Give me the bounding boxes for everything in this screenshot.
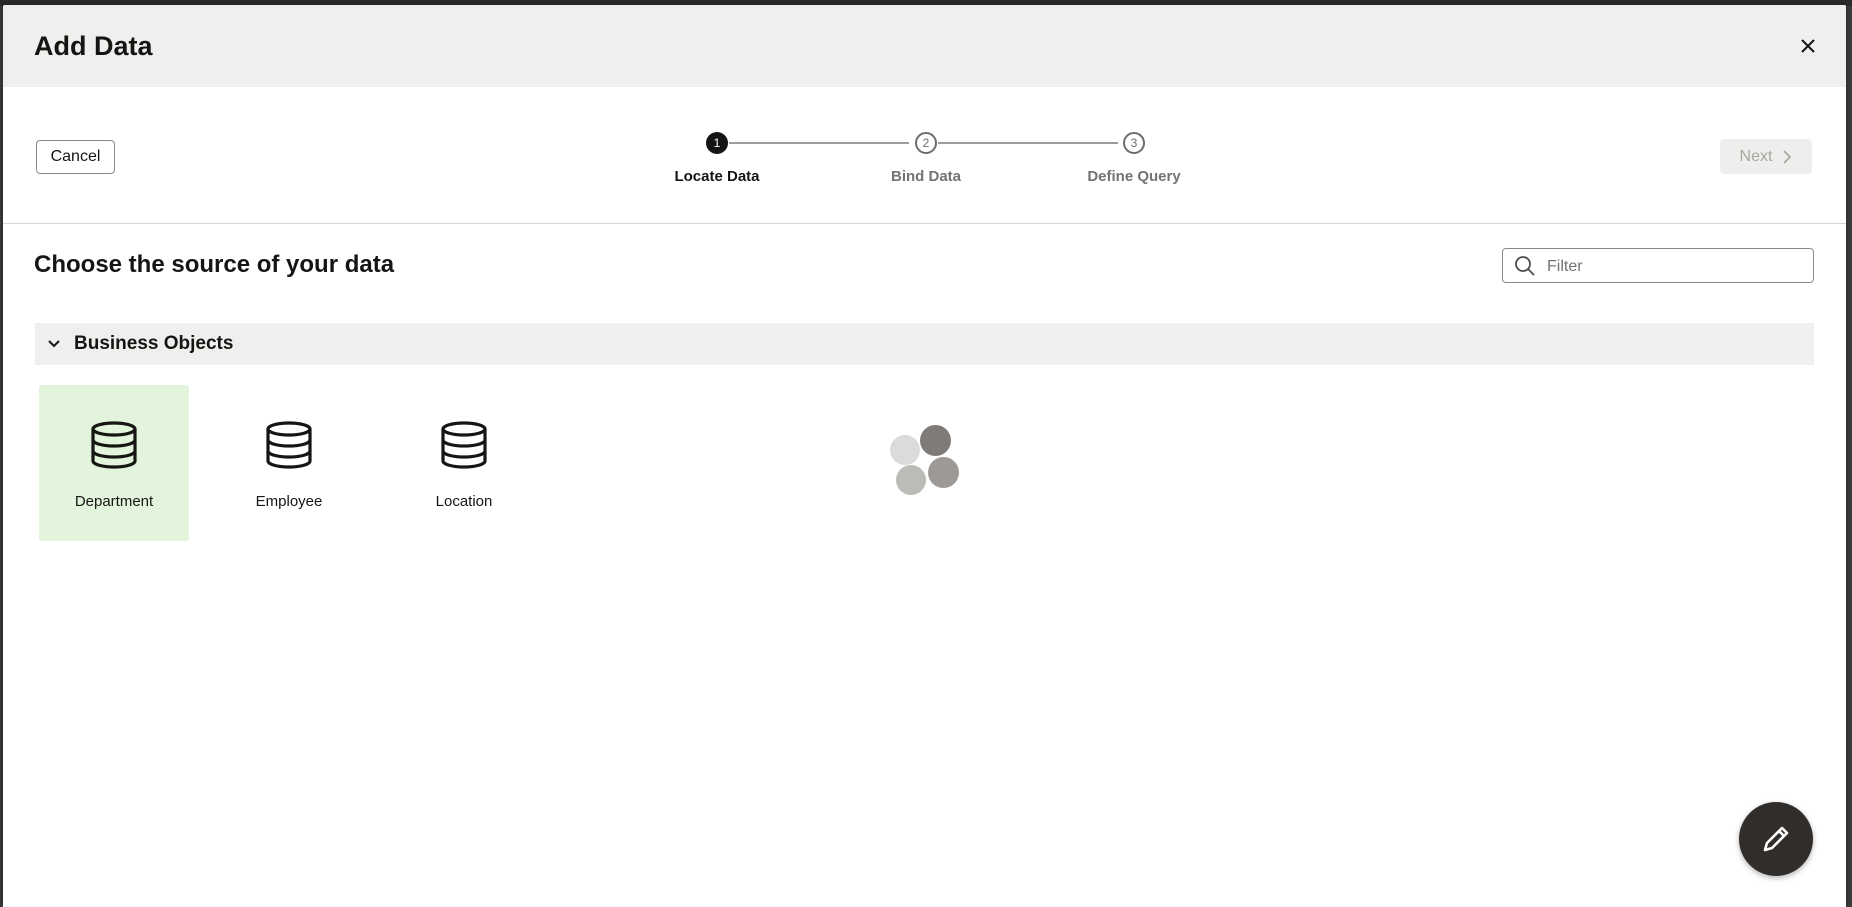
close-icon bbox=[1801, 39, 1815, 53]
group-label: Business Objects bbox=[74, 333, 234, 354]
tile-employee[interactable]: Employee bbox=[214, 385, 364, 541]
close-button[interactable] bbox=[1795, 33, 1821, 59]
step-3-marker[interactable]: 3 bbox=[1123, 132, 1145, 154]
step-2-marker[interactable]: 2 bbox=[915, 132, 937, 154]
step-3-label[interactable]: Define Query bbox=[1087, 168, 1180, 185]
search-icon bbox=[1515, 256, 1535, 276]
filter-field[interactable] bbox=[1502, 248, 1814, 283]
loader-dot bbox=[896, 465, 926, 495]
tile-label: Department bbox=[74, 493, 154, 510]
wizard-toolbar: Cancel 1 2 3 Locate Data Bind Data Defin… bbox=[3, 87, 1846, 224]
tile-location[interactable]: Location bbox=[389, 385, 539, 541]
edit-fab-button[interactable] bbox=[1739, 802, 1813, 876]
database-icon bbox=[266, 421, 312, 469]
loading-spinner bbox=[890, 423, 962, 495]
dialog-header: Add Data bbox=[3, 5, 1846, 87]
section-heading: Choose the source of your data bbox=[34, 251, 395, 278]
next-button-label: Next bbox=[1739, 147, 1773, 165]
database-icon bbox=[91, 421, 137, 469]
chevron-down-icon bbox=[48, 340, 60, 348]
step-1-label[interactable]: Locate Data bbox=[674, 168, 759, 185]
pencil-icon bbox=[1763, 826, 1789, 852]
loader-dot bbox=[920, 425, 951, 456]
step-connector-2 bbox=[938, 142, 1118, 144]
step-1-marker[interactable]: 1 bbox=[706, 132, 728, 154]
add-data-dialog: Add Data Cancel 1 2 3 Locate Data Bind D… bbox=[3, 5, 1846, 907]
tile-label: Employee bbox=[255, 493, 323, 510]
loader-dot bbox=[928, 457, 959, 488]
chevron-right-icon bbox=[1783, 149, 1792, 164]
database-icon bbox=[441, 421, 487, 469]
next-button[interactable]: Next bbox=[1720, 139, 1812, 174]
business-objects-group-header[interactable]: Business Objects bbox=[35, 323, 1814, 365]
tile-label: Location bbox=[435, 493, 493, 510]
filter-input[interactable] bbox=[1545, 252, 1809, 281]
step-2-label[interactable]: Bind Data bbox=[891, 168, 961, 185]
cancel-button[interactable]: Cancel bbox=[36, 140, 115, 174]
dialog-title: Add Data bbox=[34, 31, 153, 61]
loader-dot bbox=[890, 435, 920, 465]
tile-department[interactable]: Department bbox=[39, 385, 189, 541]
step-connector-1 bbox=[729, 142, 909, 144]
